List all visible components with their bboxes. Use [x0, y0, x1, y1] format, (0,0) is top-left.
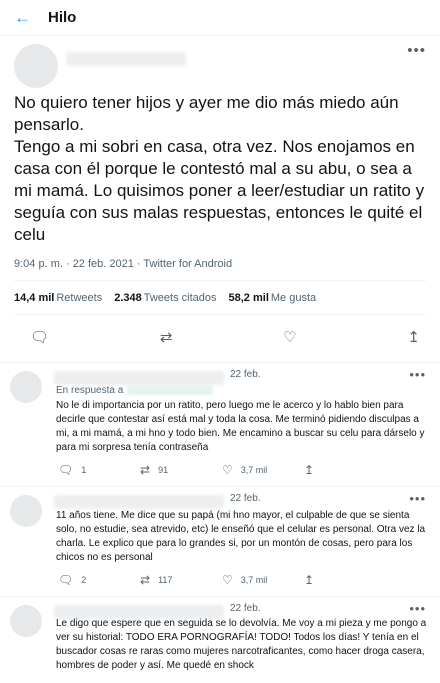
reply-date: 22 feb.	[230, 493, 261, 504]
arrow-left-icon[interactable]: ←	[14, 8, 48, 28]
more-options-icon[interactable]: •••	[409, 367, 426, 382]
reply-tweet[interactable]: 22 feb. ••• En respuesta a No le di impo…	[0, 362, 440, 486]
reply-icon[interactable]: 🗨	[30, 328, 49, 346]
like-icon: ♡	[222, 463, 233, 477]
retweets-stat[interactable]: 14,4 mil Retweets	[14, 292, 102, 304]
retweet-button[interactable]: ⇄ 91	[140, 463, 222, 477]
avatar[interactable]	[10, 371, 42, 403]
author-name-redacted	[66, 52, 186, 66]
avatar[interactable]	[14, 44, 58, 88]
reply-date: 22 feb.	[230, 603, 261, 614]
more-options-icon[interactable]: •••	[409, 601, 426, 616]
top-bar: ← Hilo	[0, 0, 440, 36]
reply-text: Le digo que espere que en seguida se lo …	[56, 618, 427, 671]
retweet-icon[interactable]: ⇄	[160, 328, 173, 346]
reply-icon: 🗨	[58, 463, 74, 477]
share-button[interactable]: ↥	[304, 463, 386, 477]
like-icon: ♡	[222, 573, 233, 587]
author-name-redacted	[54, 371, 224, 385]
like-button[interactable]: ♡ 3,7 mil	[222, 573, 304, 587]
retweet-button[interactable]: ⇄ 117	[140, 573, 222, 587]
share-icon: ↥	[304, 463, 315, 477]
more-options-icon[interactable]: •••	[409, 491, 426, 506]
tweet-stats: 14,4 mil Retweets 2.348 Tweets citados 58,…	[14, 292, 316, 304]
reply-date: 22 feb.	[230, 369, 261, 380]
divider	[14, 280, 426, 281]
avatar[interactable]	[10, 495, 42, 527]
reply-tweet[interactable]: 22 feb. ••• Le digo que espere que en se…	[0, 596, 440, 683]
reply-actions: 🗨 1 ⇄ 91 ♡ 3,7 mil ↥	[58, 463, 388, 477]
reply-tweet[interactable]: 22 feb. ••• 11 años tiene. Me dice que s…	[0, 486, 440, 596]
author-name-redacted	[54, 495, 224, 509]
page-title: Hilo	[48, 9, 77, 26]
like-button[interactable]: ♡ 3,7 mil	[222, 463, 304, 477]
reply-button[interactable]: 🗨 1	[58, 463, 140, 477]
share-icon: ↥	[304, 573, 315, 587]
reply-actions: 🗨 2 ⇄ 117 ♡ 3,7 mil ↥	[58, 573, 388, 587]
reply-button[interactable]: 🗨 2	[58, 573, 140, 587]
tweet-text: No quiero tener hijos y ayer me dio más …	[14, 92, 434, 246]
likes-stat[interactable]: 58,2 mil Me gusta	[229, 292, 317, 304]
tweet-actions: 🗨 ⇄ ♡ ↥	[30, 328, 420, 346]
more-options-icon[interactable]: •••	[407, 42, 426, 59]
tweet-meta: 9:04 p. m. · 22 feb. 2021 · Twitter for …	[14, 258, 233, 270]
reply-icon: 🗨	[58, 573, 74, 587]
tweet-line: No quiero tener hijos y ayer me dio más …	[14, 93, 399, 134]
reply-text: No le di importancia por un ratito, pero…	[56, 400, 425, 453]
like-icon[interactable]: ♡	[283, 328, 296, 346]
main-tweet: ••• No quiero tener hijos y ayer me dio …	[0, 36, 440, 354]
retweet-icon: ⇄	[140, 463, 151, 477]
share-icon[interactable]: ↥	[407, 328, 420, 346]
quotes-stat[interactable]: 2.348 Tweets citados	[114, 292, 216, 304]
reply-text: 11 años tiene. Me dice que su papá (mi h…	[56, 510, 426, 563]
in-reply-to: En respuesta a	[56, 385, 214, 396]
avatar[interactable]	[10, 605, 42, 637]
tweet-line: Tengo a mi sobri en casa, otra vez. Nos …	[14, 137, 425, 244]
share-button[interactable]: ↥	[304, 573, 386, 587]
divider	[14, 314, 426, 315]
retweet-icon: ⇄	[140, 573, 151, 587]
